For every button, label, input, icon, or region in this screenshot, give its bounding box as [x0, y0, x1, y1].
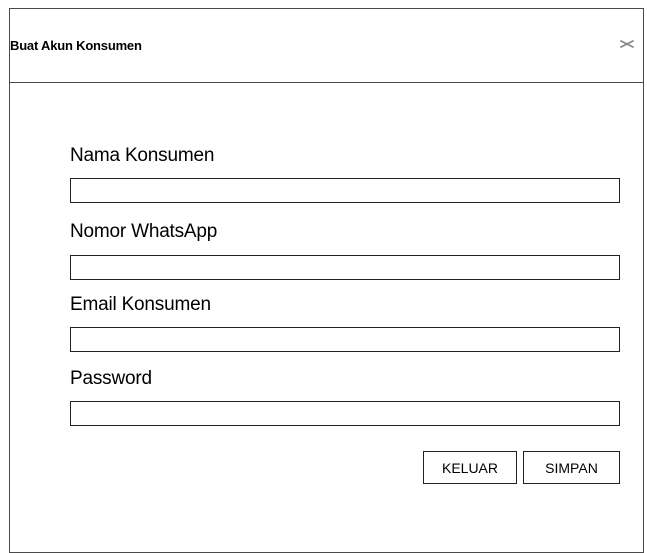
whatsapp-number-input[interactable] [70, 255, 620, 280]
password-label: Password [70, 368, 152, 389]
customer-name-label: Nama Konsumen [70, 145, 215, 166]
close-icon[interactable] [619, 36, 635, 52]
whatsapp-number-label: Nomor WhatsApp [70, 221, 218, 242]
dialog-title: Buat Akun Konsumen [10, 38, 142, 53]
save-button[interactable]: SIMPAN [523, 451, 620, 484]
customer-email-label: Email Konsumen [70, 294, 211, 315]
dialog-header: Buat Akun Konsumen [10, 9, 643, 83]
create-customer-dialog: Buat Akun Konsumen Nama Konsumen Nomor W… [9, 8, 644, 553]
customer-name-input[interactable] [70, 178, 620, 203]
customer-email-input[interactable] [70, 327, 620, 352]
password-input[interactable] [70, 401, 620, 426]
cancel-button[interactable]: KELUAR [423, 451, 517, 484]
